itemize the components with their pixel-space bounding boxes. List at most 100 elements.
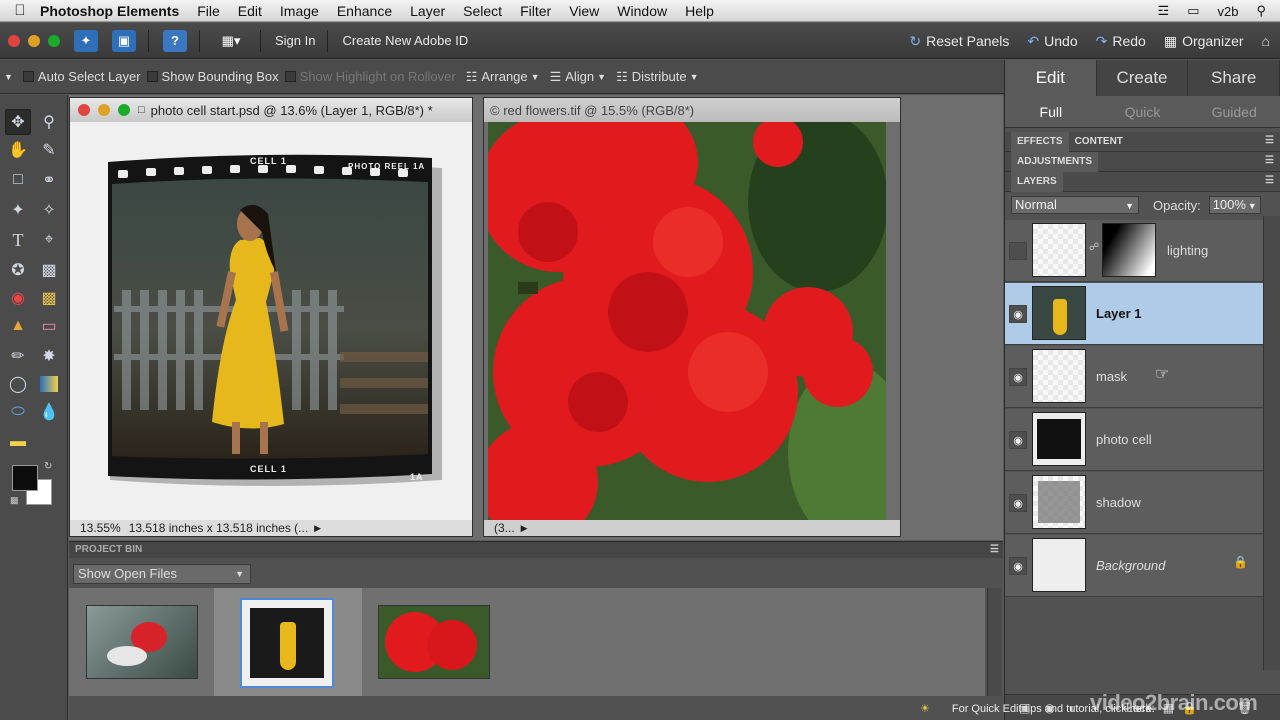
minimize-document-button[interactable] — [98, 104, 110, 116]
red-eye-tool-icon[interactable]: ◉ — [5, 285, 31, 311]
menu-window[interactable]: Window — [617, 3, 667, 19]
thumbnail-koi-photo[interactable] — [86, 605, 198, 679]
battery-icon[interactable]: ▭ — [1187, 3, 1199, 19]
user-menu[interactable]: v2b — [1218, 4, 1239, 19]
document-window-photo-cell[interactable]: □ photo cell start.psd @ 13.6% (Layer 1,… — [69, 97, 473, 537]
type-tool-icon[interactable]: T — [5, 227, 31, 253]
minimize-window-button[interactable] — [28, 34, 40, 47]
checkbox[interactable] — [146, 71, 158, 82]
show-highlight-checkbox[interactable]: Show Highlight on Rollover — [284, 69, 456, 84]
status-menu-icon[interactable]: ▶ — [521, 523, 528, 534]
eye-icon[interactable]: ◉ — [1009, 431, 1027, 449]
paint-bucket-tool-icon[interactable]: ◯ — [5, 371, 31, 397]
checkbox[interactable] — [22, 71, 34, 82]
blur-tool-icon[interactable]: 💧 — [36, 399, 62, 425]
eye-icon[interactable]: ◉ — [1009, 494, 1027, 512]
brush-tool-icon[interactable]: ✏ — [5, 343, 31, 369]
new-file-icon[interactable]: ✦ — [74, 29, 98, 52]
wifi-icon[interactable]: ☲ — [1158, 3, 1170, 19]
project-bin-view-dropdown[interactable]: Show Open Files ▼ — [73, 564, 251, 584]
visibility-toggle-off[interactable] — [1009, 242, 1027, 260]
arrange-documents-icon[interactable]: ▦▾ — [214, 30, 248, 52]
gradient-tool-icon[interactable] — [40, 376, 58, 392]
arrange-dropdown[interactable]: ☷ Arrange ▼ — [466, 69, 540, 85]
tab-full[interactable]: Full — [1005, 96, 1097, 127]
swap-colors-icon[interactable]: ↻ — [44, 461, 52, 472]
move-tool-icon[interactable]: ✥ — [5, 109, 31, 135]
layer-row-lighting[interactable]: ☍ lighting — [1005, 220, 1263, 282]
layers-scrollbar[interactable] — [1263, 216, 1280, 670]
tab-layers[interactable]: LAYERS — [1011, 171, 1063, 192]
panel-menu-icon[interactable]: ☰ — [1265, 135, 1274, 146]
thumbnail-photo-cell[interactable] — [240, 598, 334, 688]
eraser-tool-icon[interactable]: ▭ — [36, 313, 62, 339]
tab-adjustments[interactable]: ADJUSTMENTS — [1011, 151, 1099, 172]
layer-row-photo-cell[interactable]: ◉ photo cell — [1005, 409, 1263, 471]
eye-icon[interactable]: ◉ — [1009, 305, 1027, 323]
menu-filter[interactable]: Filter — [520, 3, 551, 19]
align-dropdown[interactable]: ☰ Align ▼ — [550, 69, 607, 85]
zoom-window-button[interactable] — [48, 34, 60, 47]
save-icon[interactable]: ▣ — [112, 29, 136, 52]
status-menu-icon[interactable]: ▶ — [314, 523, 321, 534]
close-window-button[interactable] — [8, 34, 20, 47]
shape-tool-icon[interactable]: ⬭ — [5, 399, 31, 425]
panel-menu-icon[interactable]: ☰ — [1265, 155, 1274, 166]
tab-quick[interactable]: Quick — [1097, 96, 1189, 127]
layer-row-background[interactable]: ◉ Background 🔒 — [1005, 535, 1263, 597]
tab-guided[interactable]: Guided — [1188, 96, 1280, 127]
document-title-bar[interactable]: © red flowers.tif @ 15.5% (RGB/8*) — [484, 98, 900, 122]
marquee-tool-icon[interactable]: □ — [5, 167, 31, 193]
lasso-tool-icon[interactable]: ⚭ — [36, 167, 62, 193]
eyedropper-tool-icon[interactable]: ✎ — [36, 137, 62, 163]
clone-stamp-tool-icon[interactable]: ▲ — [5, 313, 31, 339]
tool-options-menu-icon[interactable]: ▼ — [4, 72, 13, 82]
link-icon[interactable]: ☍ — [1089, 242, 1099, 253]
apple-icon[interactable]:  — [0, 2, 40, 19]
menu-help[interactable]: Help — [685, 3, 714, 19]
undo-button[interactable]: ↶ Undo — [1027, 33, 1077, 50]
menu-view[interactable]: View — [569, 3, 599, 19]
crop-tool-icon[interactable]: ⌖ — [36, 227, 62, 253]
organizer-button[interactable]: ▦ Organizer — [1164, 33, 1244, 50]
tab-share[interactable]: Share — [1188, 60, 1280, 96]
spotlight-search-icon[interactable]: ⚲ — [1256, 3, 1266, 19]
eye-icon[interactable]: ◉ — [1009, 368, 1027, 386]
canvas-red-flowers[interactable] — [488, 122, 886, 522]
panel-menu-icon[interactable]: ☰ — [1265, 175, 1274, 186]
panel-menu-icon[interactable]: ☰ — [990, 542, 999, 558]
recompose-tool-icon[interactable]: ▩ — [36, 257, 62, 283]
default-colors-icon[interactable]: ▩ — [10, 495, 19, 506]
thumbnail-selected-frame[interactable] — [214, 588, 362, 696]
menu-file[interactable]: File — [197, 3, 220, 19]
opacity-field[interactable]: 100% ▼ — [1208, 196, 1261, 214]
layer-row-mask[interactable]: ◉ mask ☞ — [1005, 346, 1263, 408]
document-title-bar[interactable]: □ photo cell start.psd @ 13.6% (Layer 1,… — [70, 98, 472, 122]
smart-brush-tool-icon[interactable]: ✸ — [36, 343, 62, 369]
menu-image[interactable]: Image — [280, 3, 319, 19]
healing-brush-tool-icon[interactable]: ▩ — [36, 285, 62, 311]
show-bounding-box-checkbox[interactable]: Show Bounding Box — [146, 69, 279, 84]
zoom-tool-icon[interactable]: ⚲ — [36, 109, 62, 135]
help-icon[interactable]: ? — [163, 29, 187, 52]
foreground-color-swatch[interactable] — [12, 465, 38, 491]
create-adobe-id-link[interactable]: Create New Adobe ID — [342, 33, 468, 48]
zoom-document-button[interactable] — [118, 104, 130, 116]
blend-mode-dropdown[interactable]: Normal ▼ — [1011, 196, 1139, 214]
zoom-level[interactable]: 13.55% — [80, 521, 121, 535]
canvas-photo-cell[interactable]: CELL 1 PHOTO REEL 1A CELL 1 1A — [70, 122, 472, 520]
reset-panels-button[interactable]: ↻ Reset Panels — [909, 33, 1009, 50]
menu-select[interactable]: Select — [463, 3, 502, 19]
redo-button[interactable]: ↷ Redo — [1096, 33, 1146, 50]
sign-in-link[interactable]: Sign In — [275, 33, 315, 48]
cookie-cutter-tool-icon[interactable]: ✪ — [5, 257, 31, 283]
layer-row-shadow[interactable]: ◉ shadow — [1005, 472, 1263, 534]
distribute-dropdown[interactable]: ☷ Distribute ▼ — [616, 69, 699, 85]
tab-edit[interactable]: Edit — [1005, 60, 1097, 96]
hand-tool-icon[interactable]: ✋ — [5, 137, 31, 163]
close-document-button[interactable] — [78, 104, 90, 116]
sponge-tool-icon[interactable]: ▬ — [5, 429, 31, 455]
tab-content[interactable]: CONTENT — [1069, 132, 1129, 152]
project-bin-scrollbar[interactable] — [987, 588, 1001, 696]
checkbox[interactable] — [284, 71, 296, 82]
